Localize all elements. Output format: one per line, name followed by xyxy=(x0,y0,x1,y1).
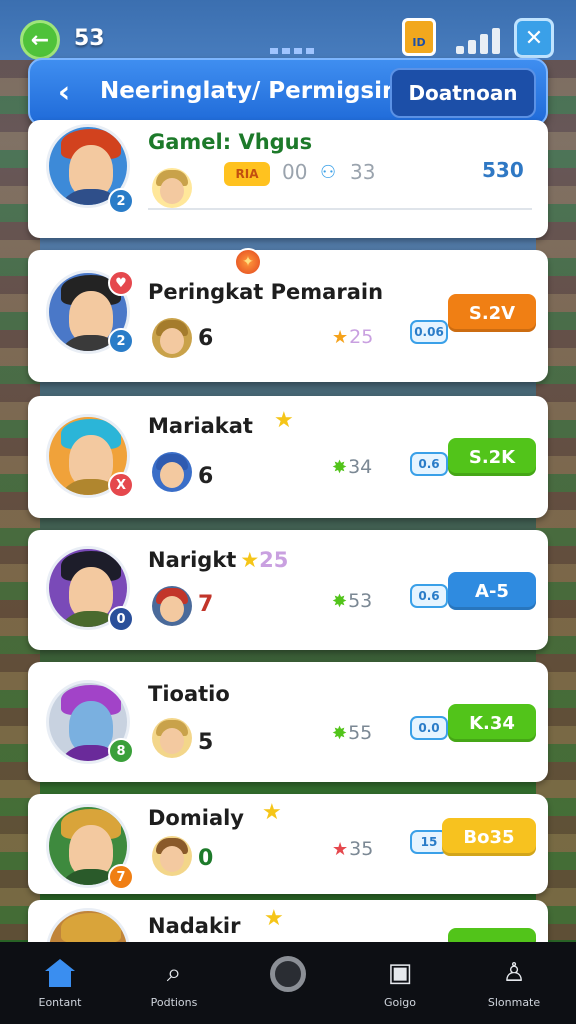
record-icon xyxy=(270,956,306,992)
list-item[interactable]: X Mariakat ★ 6 ✸34 0.6 S.2K xyxy=(28,396,548,518)
player-name: Tioatio xyxy=(148,682,230,706)
page-title: Neeringlaty/ Permigsin xyxy=(100,78,399,104)
mini-avatar xyxy=(152,718,192,758)
gear-star-icon: ✸ xyxy=(332,723,348,744)
star-stat: ✸53 xyxy=(332,590,373,612)
stat-chip: 0.6 xyxy=(410,452,448,476)
chevron-left-icon[interactable]: ‹ xyxy=(46,72,82,112)
score-button[interactable]: S.2V xyxy=(448,294,536,332)
back-arrow-icon[interactable]: ← xyxy=(20,20,60,60)
score-button[interactable]: S.2K xyxy=(448,438,536,476)
tag-pill: RIA xyxy=(224,162,270,186)
score-button[interactable]: A-5 xyxy=(448,572,536,610)
list-item[interactable]: 2 ♥ Peringkat Pemarain 6 ★25 0.06 S.2V xyxy=(28,250,548,382)
score-button[interactable]: Bo35 xyxy=(442,818,536,856)
star-stat: ★25 xyxy=(332,326,374,348)
player-level: 5 xyxy=(198,730,214,755)
stat-chip: 0.6 xyxy=(410,584,448,608)
player-name: Mariakat xyxy=(148,414,253,438)
game-title: Gamel: Vhgus xyxy=(148,130,313,154)
search-icon: ⌕ xyxy=(166,957,182,988)
nav-label: Goigo xyxy=(383,996,417,1009)
list-item[interactable]: 8 Tioatio 5 ✸55 0.0 K.34 xyxy=(28,662,548,782)
gear-star-icon: ✸ xyxy=(332,591,348,612)
player-level: 0 xyxy=(198,846,214,871)
star-icon: ★ xyxy=(332,839,349,860)
mini-avatar xyxy=(152,452,192,492)
mini-avatar xyxy=(152,836,192,876)
header-bar: ‹ Neeringlaty/ Permigsin Doatnoan xyxy=(28,58,548,126)
mini-avatar xyxy=(152,168,192,208)
list-item[interactable]: 2 Gamel: Vhgus RIA 00 ⚇ 33 530 xyxy=(28,120,548,238)
star-stat: ✸34 xyxy=(332,456,373,478)
list-item[interactable]: 7 Domialy ★ 0 ★35 15 Bo35 xyxy=(28,794,548,894)
medal-icon: ✦ xyxy=(234,248,262,276)
signal-icon xyxy=(456,28,502,54)
controller-icon: ⚇ xyxy=(320,162,337,183)
status-row: ← 53 ID ✕ xyxy=(0,14,576,64)
player-name: Peringkat Pemarain xyxy=(148,280,384,304)
rank-badge: 8 xyxy=(108,738,134,764)
list-item[interactable]: 0 Narigkt ★25 7 ✸53 0.6 A-5 xyxy=(28,530,548,650)
rank-badge: 0 xyxy=(108,606,134,632)
star-stat: ✸55 xyxy=(332,722,373,744)
player-name: Narigkt ★25 xyxy=(148,548,289,572)
stat-value: 00 xyxy=(282,160,308,184)
chart-icon: ▣ xyxy=(387,958,413,988)
player-name: Domialy xyxy=(148,806,244,830)
star-icon: ★ xyxy=(264,906,284,931)
score-button[interactable]: K.34 xyxy=(448,704,536,742)
share-icon[interactable]: ✕ xyxy=(514,18,554,58)
profile-icon: ♙ xyxy=(502,958,526,988)
bottom-nav: Eontant ⌕ Podtions ▣ Goigo ♙ Slonmate xyxy=(0,942,576,1024)
nav-profile[interactable]: ♙ Slonmate xyxy=(464,956,564,1009)
stat-chip: 0.06 xyxy=(410,320,448,344)
nav-stats[interactable]: ▣ Goigo xyxy=(350,956,450,1009)
rank-badge: 7 xyxy=(108,864,134,890)
star-icon: ★ xyxy=(274,408,294,433)
nav-home[interactable]: Eontant xyxy=(10,956,110,1009)
nav-center[interactable] xyxy=(238,956,338,998)
home-icon xyxy=(43,956,77,990)
player-name: Nadakir xyxy=(148,914,241,938)
page-indicator xyxy=(270,48,314,54)
rank-badge: X xyxy=(108,472,134,498)
player-count: 53 xyxy=(74,26,105,51)
mini-avatar xyxy=(152,586,192,626)
stat-value: 33 xyxy=(350,160,376,184)
divider xyxy=(148,208,532,210)
list-item[interactable]: Nadakir ★ xyxy=(28,900,548,942)
chest-icon[interactable]: ID xyxy=(402,18,436,56)
mini-avatar xyxy=(152,318,192,358)
star-icon: ★ xyxy=(332,327,349,348)
stat-chip: 0.0 xyxy=(410,716,448,740)
score-value: 530 xyxy=(482,158,524,182)
nav-label: Podtions xyxy=(150,996,198,1009)
avatar xyxy=(46,908,130,942)
rank-badge: 2 xyxy=(108,328,134,354)
star-stat: ★35 xyxy=(332,838,374,860)
gear-star-icon: ✸ xyxy=(332,457,348,478)
header-action-button[interactable]: Doatnoan xyxy=(390,68,536,118)
nav-label: Slonmate xyxy=(487,996,541,1009)
nav-label: Eontant xyxy=(38,996,82,1009)
player-level: 6 xyxy=(198,326,214,351)
nav-search[interactable]: ⌕ Podtions xyxy=(124,956,224,1010)
player-level: 6 xyxy=(198,464,214,489)
score-button[interactable] xyxy=(448,928,536,942)
star-icon: ★ xyxy=(240,548,260,572)
rank-badge: 2 xyxy=(108,188,134,214)
star-icon: ★ xyxy=(262,800,282,825)
heart-badge-icon: ♥ xyxy=(108,270,134,296)
player-level: 7 xyxy=(198,592,214,617)
chest-label: ID xyxy=(412,36,426,49)
